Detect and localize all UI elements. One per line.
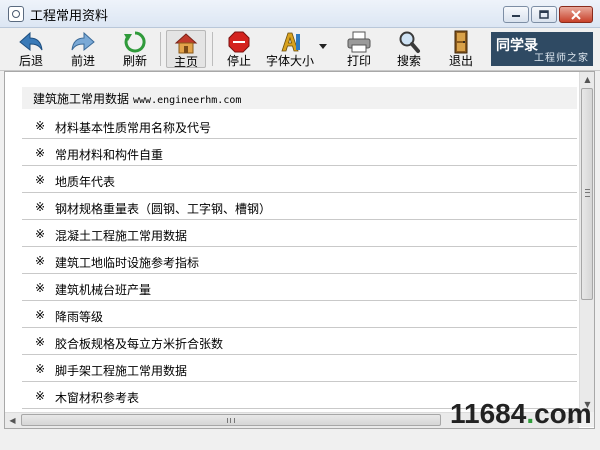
list-item[interactable]: ※ 地质年代表	[22, 167, 577, 193]
back-arrow-icon	[19, 31, 43, 52]
font-size-button[interactable]: 字体大小	[264, 30, 316, 68]
list-item[interactable]: ※ 材料基本性质常用名称及代号	[22, 113, 577, 139]
exit-label: 退出	[448, 54, 473, 68]
print-button[interactable]: 打印	[340, 30, 378, 68]
magnifier-icon	[399, 31, 420, 53]
toolbar-separator	[160, 32, 161, 66]
font-size-icon	[281, 32, 300, 52]
exit-button[interactable]: 退出	[442, 30, 480, 68]
list-item[interactable]: ※ 胶合板规格及每立方米折合张数	[22, 329, 577, 355]
watermark-prefix: 11684	[450, 398, 527, 429]
list-item-link[interactable]: 混凝土工程施工常用数据	[55, 227, 187, 244]
back-label: 后退	[18, 54, 43, 68]
back-button[interactable]: 后退	[12, 30, 50, 68]
bullet-mark: ※	[35, 173, 46, 187]
list-item-link[interactable]: 常用材料和构件自重	[55, 146, 163, 163]
list-item[interactable]: ※ 建筑工地临时设施参考指标	[22, 248, 577, 274]
list-item[interactable]: ※ 钢材规格重量表（圆钢、工字钢、槽钢）	[22, 194, 577, 220]
stop-label: 停止	[226, 54, 251, 68]
content-header: 建筑施工常用数据 www.engineerhm.com	[22, 87, 577, 109]
vertical-scrollbar[interactable]: ▲ ▼	[579, 72, 594, 412]
watermark-dot: .	[526, 398, 535, 429]
close-button[interactable]	[559, 6, 593, 23]
bullet-mark: ※	[35, 227, 46, 241]
close-icon	[571, 9, 581, 20]
banner-subtitle: 工程师之家	[534, 53, 589, 64]
stop-icon	[228, 31, 250, 53]
grip-icon	[227, 418, 235, 423]
forward-button[interactable]: 前进	[64, 30, 102, 68]
home-label: 主页	[173, 55, 198, 69]
scroll-up-icon[interactable]: ▲	[580, 72, 594, 87]
app-icon[interactable]	[8, 6, 24, 22]
maximize-icon	[539, 10, 549, 19]
list-item-link[interactable]: 地质年代表	[55, 173, 115, 190]
watermark-suffix: com	[534, 398, 592, 429]
header-url: www.engineerhm.com	[133, 95, 242, 106]
banner-title: 同学录	[496, 38, 538, 54]
toolbar: 后退 前进 刷新 主页 停止 字体大小 打印 搜索 退出 同学录 工程师之家	[0, 28, 600, 71]
list-item-link[interactable]: 钢材规格重量表（圆钢、工字钢、槽钢）	[55, 200, 271, 217]
minimize-button[interactable]	[503, 6, 529, 23]
header-title: 建筑施工常用数据	[33, 92, 130, 106]
home-button[interactable]: 主页	[166, 30, 206, 69]
list-item-link[interactable]: 木窗材积参考表	[55, 389, 139, 406]
maximize-button[interactable]	[531, 6, 557, 23]
list-item-link[interactable]: 建筑机械台班产量	[55, 281, 151, 298]
font-size-dropdown-arrow-icon[interactable]	[319, 44, 327, 49]
banner-logo[interactable]: 同学录 工程师之家	[491, 32, 593, 66]
exit-door-icon	[454, 30, 468, 54]
home-icon	[174, 33, 198, 54]
bullet-mark: ※	[35, 362, 46, 376]
vertical-scroll-thumb[interactable]	[581, 88, 593, 300]
bullet-mark: ※	[35, 389, 46, 403]
list-item[interactable]: ※ 常用材料和构件自重	[22, 140, 577, 166]
bullet-mark: ※	[35, 200, 46, 214]
bullet-mark: ※	[35, 308, 46, 322]
bullet-mark: ※	[35, 281, 46, 295]
forward-arrow-icon	[71, 31, 95, 52]
stop-button[interactable]: 停止	[220, 30, 258, 68]
list-item-link[interactable]: 胶合板规格及每立方米折合张数	[55, 335, 223, 352]
print-label: 打印	[346, 54, 371, 68]
bullet-mark: ※	[35, 119, 46, 133]
refresh-button[interactable]: 刷新	[116, 30, 154, 68]
window-title: 工程常用资料	[30, 9, 109, 24]
search-button[interactable]: 搜索	[390, 30, 428, 68]
title-bar[interactable]: 工程常用资料	[0, 0, 600, 28]
printer-icon	[347, 31, 371, 53]
list-item[interactable]: ※ 建筑机械台班产量	[22, 275, 577, 301]
content-pane: 建筑施工常用数据 www.engineerhm.com ※ 材料基本性质常用名称及代…	[4, 71, 595, 429]
list-item-link[interactable]: 建筑工地临时设施参考指标	[55, 254, 199, 271]
list-item-link[interactable]: 材料基本性质常用名称及代号	[55, 119, 211, 136]
bullet-mark: ※	[35, 146, 46, 160]
font-size-label: 字体大小	[265, 54, 314, 68]
list-item-link[interactable]: 脚手架工程施工常用数据	[55, 362, 187, 379]
watermark-logo: 11684.com	[450, 398, 592, 430]
bullet-mark: ※	[35, 335, 46, 349]
minimize-icon	[512, 14, 520, 17]
scroll-left-icon[interactable]: ◀	[5, 413, 20, 428]
horizontal-scroll-thumb[interactable]	[21, 414, 441, 426]
list-item[interactable]: ※ 降雨等级	[22, 302, 577, 328]
app-window: 工程常用资料 后退 前进 刷新 主页 停止 字体大小 打印 搜索 退出 同学录 …	[0, 0, 600, 450]
refresh-label: 刷新	[122, 54, 147, 68]
list-item[interactable]: ※ 脚手架工程施工常用数据	[22, 356, 577, 382]
forward-label: 前进	[70, 54, 95, 68]
search-label: 搜索	[396, 54, 421, 68]
grip-icon	[585, 189, 590, 197]
list-item-link[interactable]: 降雨等级	[55, 308, 103, 325]
bullet-mark: ※	[35, 254, 46, 268]
toolbar-separator	[212, 32, 213, 66]
list-item[interactable]: ※ 混凝土工程施工常用数据	[22, 221, 577, 247]
refresh-icon	[124, 31, 146, 53]
